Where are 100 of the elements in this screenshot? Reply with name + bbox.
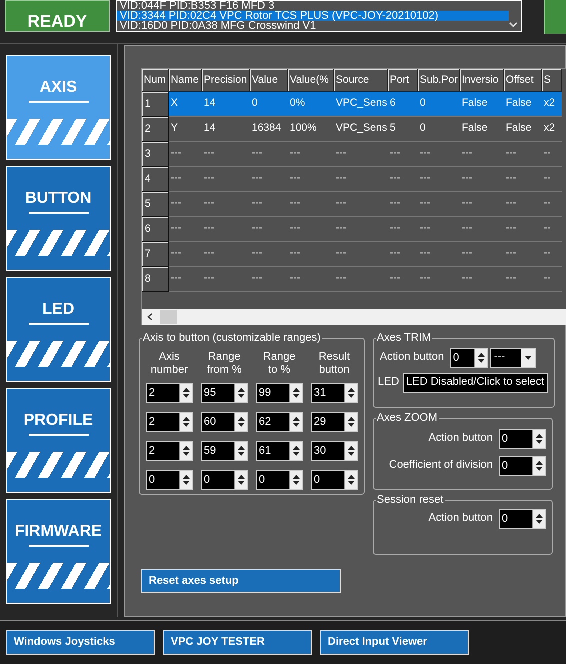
row-header: 2 [142,117,169,142]
group-title: Axes ZOOM [376,411,439,426]
spin-field[interactable]: 62 [256,412,303,432]
column-header: to % [268,364,290,376]
spin-field[interactable]: 31 [311,382,358,402]
spin-buttons[interactable] [532,430,545,448]
status-panel [544,0,566,34]
spin-buttons[interactable] [344,470,357,488]
column-header[interactable]: Precision [202,69,250,92]
table-cell: 0 [418,92,460,117]
column-header[interactable]: S [542,69,562,92]
spin-field[interactable]: 29 [311,412,358,432]
row-header: 6 [142,217,169,242]
spin-field[interactable]: 0 [450,348,488,368]
spin-field[interactable]: 0 [499,456,546,476]
spin-field[interactable]: 0 [256,470,303,490]
spin-buttons[interactable] [289,442,302,460]
spin-buttons[interactable] [234,384,247,402]
table-cell: x2 [542,92,562,117]
spin-field[interactable]: 0 [311,470,358,490]
spin-buttons[interactable] [179,442,192,460]
spin-field[interactable]: 95 [201,382,248,402]
caret-down-icon [524,356,532,360]
device-item[interactable]: VID:3344 PID:02C4 VPC Rotor TCS PLUS (VPC-JOY-20210102) [117,11,509,21]
sidebar-tab[interactable]: FIRMWARE [6,499,111,604]
spin-buttons[interactable] [179,470,192,488]
spin-field[interactable]: 30 [311,440,358,460]
spin-buttons[interactable] [179,384,192,402]
column-header: button [319,364,350,376]
field-label: Action button [380,350,444,366]
horizontal-scrollbar[interactable] [142,309,566,325]
field-label: Action button [428,511,493,526]
column-header[interactable]: Offset [504,69,542,92]
sidebar-tab[interactable]: BUTTON [6,166,111,271]
column-header: Range [263,350,296,364]
column-header[interactable]: Inversio [460,69,504,92]
spin-field[interactable]: 2 [146,440,193,460]
spin-field[interactable]: 99 [256,382,303,402]
table-cell: False [460,92,504,117]
device-item[interactable]: VID:044F PID:B353 F16 MFD 3 [117,1,509,11]
spin-buttons[interactable] [179,412,192,430]
spin-buttons[interactable] [289,412,302,430]
nav-button[interactable]: Windows Joysticks [6,630,155,655]
spin-field[interactable]: 61 [256,440,303,460]
spin-field[interactable]: 2 [146,382,193,402]
field-label: Coefficient of division [389,458,493,474]
spin-buttons[interactable] [344,442,357,460]
dropdown[interactable]: --- [490,348,536,368]
nav-button[interactable]: VPC JOY TESTER [163,630,312,655]
spin-field[interactable]: 59 [201,440,248,460]
sidebar-tab[interactable]: LED [6,277,111,382]
spin-buttons[interactable] [234,442,247,460]
table-cell: False [504,92,542,117]
row-header: 8 [142,267,169,292]
column-header: from % [207,364,242,376]
group-title: Axes TRIM [376,331,432,346]
spin-buttons[interactable] [234,412,247,430]
spin-buttons[interactable] [532,456,545,474]
column-header[interactable]: Port [388,69,418,92]
device-list[interactable]: VID:044F PID:B353 F16 MFD 3 VID:3344 PID:02C4 VPC Rotor TCS PLUS (VPC-JOY-20210102) VID:16D0 PID:0A38 MFG Crosswind V1 [116,0,522,32]
spin-buttons[interactable] [289,470,302,488]
column-header: number [150,364,188,376]
spin-buttons[interactable] [474,348,488,366]
nav-button[interactable]: Direct Input Viewer [320,630,469,655]
field-label: Action button [428,431,493,446]
spin-field[interactable]: 2 [146,412,193,432]
column-header[interactable]: Name [169,69,202,92]
spin-field[interactable]: 0 [146,470,193,490]
spin-buttons[interactable] [289,384,302,402]
column-header[interactable]: Value(% [288,69,334,92]
spin-buttons[interactable] [344,412,357,430]
reset-axes-button[interactable]: Reset axes setup [141,569,341,593]
led-select-button[interactable]: LED Disabled/Click to select [403,372,548,392]
spin-buttons[interactable] [532,510,545,528]
device-item[interactable]: VID:16D0 PID:0A38 MFG Crosswind V1 [117,21,509,31]
column-header[interactable]: Num [142,69,169,92]
column-header[interactable]: Sub.Por [418,69,460,92]
ready-button[interactable]: READY [5,0,110,32]
field-label: LED [378,375,400,390]
row-header: 4 [142,167,169,192]
table-cell: 0 [250,92,288,117]
column-header: Axis [159,350,180,364]
scrollbar-thumb[interactable] [160,310,177,324]
column-header[interactable]: Source [334,69,388,92]
chevron-down-icon [509,22,518,28]
table-cell: 6 [388,92,418,117]
spin-field[interactable]: 60 [201,412,248,432]
row-header: 3 [142,142,169,167]
table-cell: 14 [202,92,250,117]
spin-field[interactable]: 0 [499,428,546,448]
column-header: Range [208,350,241,364]
column-header[interactable]: Value [250,69,288,92]
spin-field[interactable]: 0 [499,508,546,528]
sidebar-tab[interactable]: PROFILE [6,388,111,493]
spin-buttons[interactable] [234,470,247,488]
spin-field[interactable]: 0 [201,470,248,490]
scroll-left-icon[interactable] [147,313,153,321]
spin-buttons[interactable] [344,384,357,402]
group-title: Session reset [376,493,445,508]
row-header: 1 [142,92,169,117]
